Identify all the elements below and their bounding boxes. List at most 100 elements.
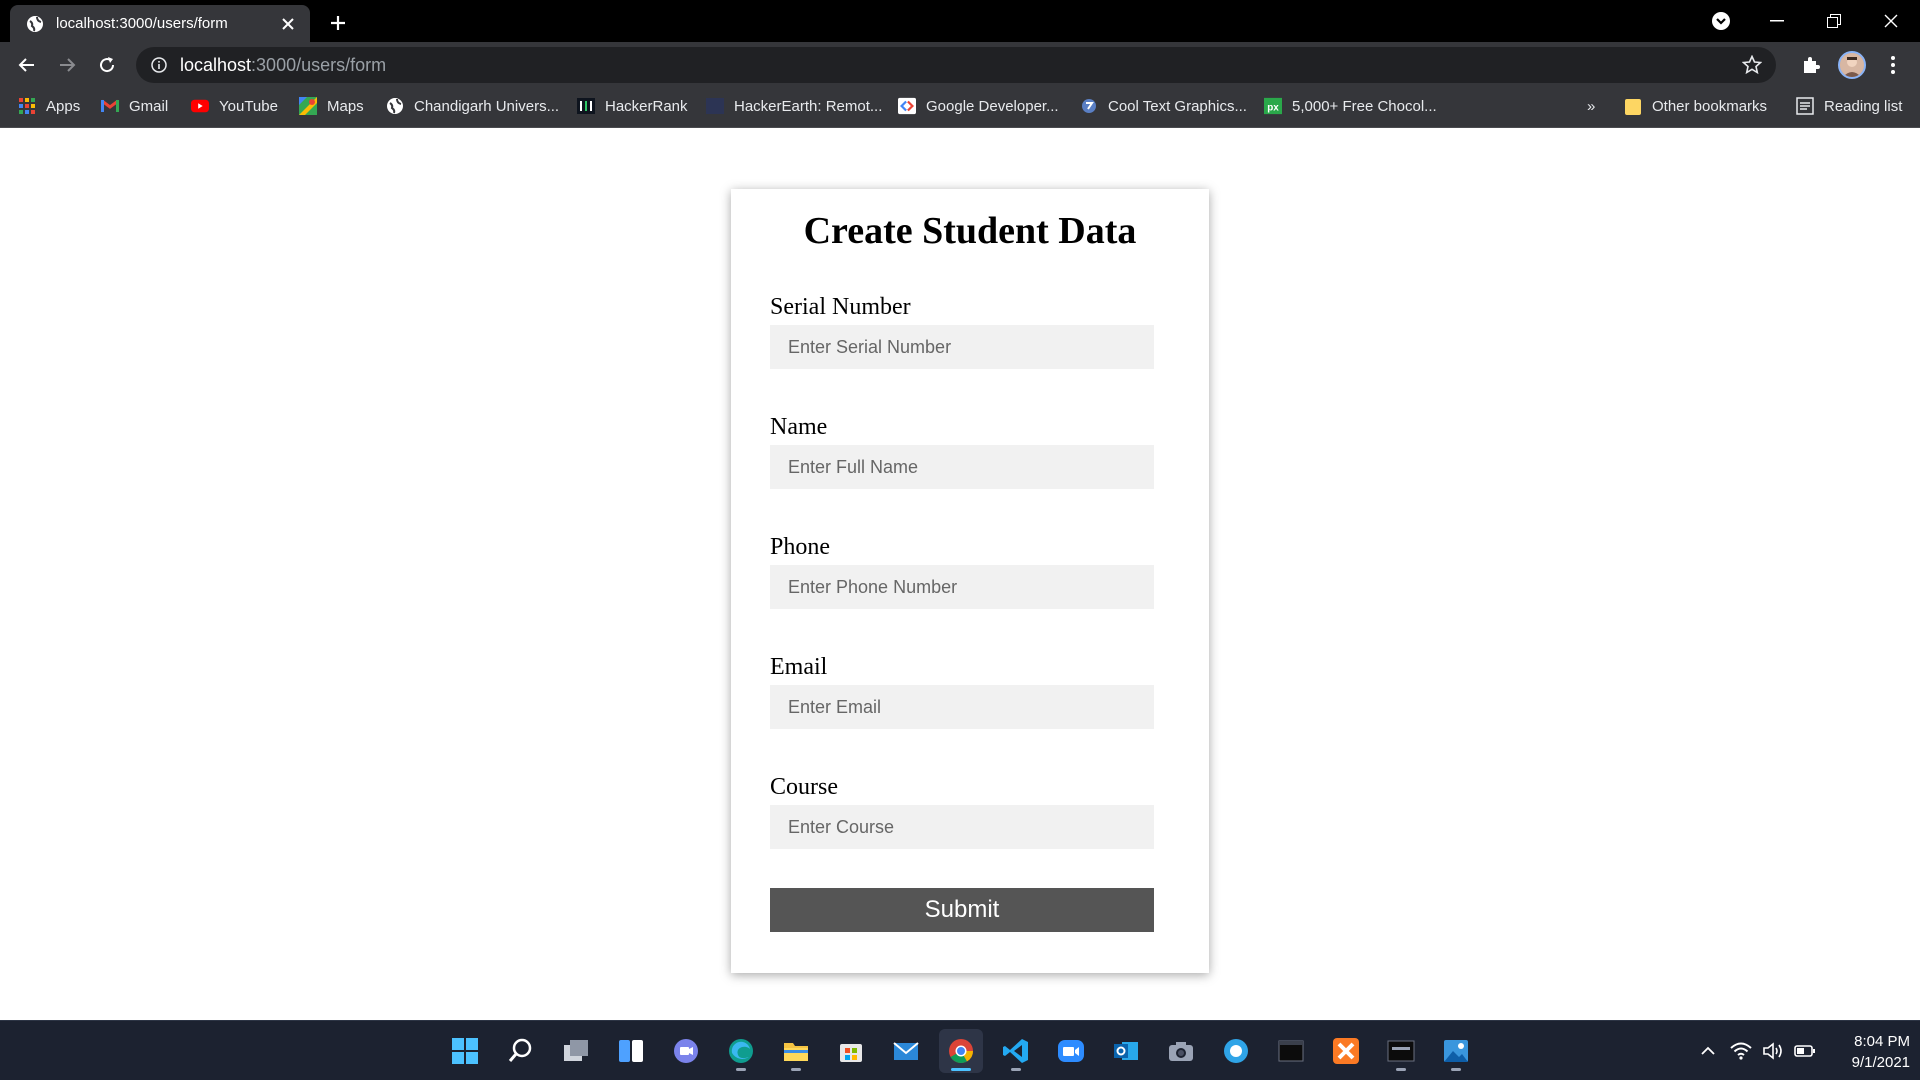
serial-number-label: Serial Number — [770, 294, 911, 320]
bookmark-chandigarh[interactable]: Chandigarh Univers... — [386, 88, 559, 124]
hackerearth-icon — [706, 97, 724, 115]
bookmarks-overflow-button[interactable]: » — [1587, 88, 1595, 124]
submit-button[interactable]: Submit — [770, 888, 1154, 932]
teams-chat-icon[interactable] — [664, 1029, 708, 1073]
youtube-icon — [191, 97, 209, 115]
running-indicator — [1011, 1068, 1021, 1071]
tab-search-icon[interactable] — [1710, 10, 1732, 32]
bookmark-hackerrank[interactable]: HackerRank — [577, 88, 688, 124]
reading-list[interactable]: Reading list — [1796, 88, 1902, 124]
bookmark-apps[interactable]: Apps — [18, 88, 80, 124]
form-title: Create Student Data — [803, 210, 1137, 252]
url-host: localhost — [180, 54, 252, 75]
tray-chevron-up-icon[interactable] — [1696, 1021, 1720, 1081]
chrome-icon[interactable] — [939, 1029, 983, 1073]
start-icon[interactable] — [443, 1029, 487, 1073]
outlook-icon[interactable] — [1104, 1029, 1148, 1073]
minimize-icon[interactable] — [1748, 0, 1806, 42]
extensions-icon[interactable] — [1797, 51, 1825, 79]
bookmark-maps[interactable]: Maps — [299, 88, 364, 124]
bookmark-star-icon[interactable] — [1741, 54, 1763, 75]
address-bar[interactable]: localhost:3000/users/form — [136, 47, 1776, 83]
bookmark-label: HackerEarth: Remot... — [734, 97, 883, 115]
new-tab-icon[interactable] — [324, 9, 352, 37]
serial-number-input[interactable] — [770, 325, 1154, 369]
clock-date: 9/1/2021 — [1851, 1054, 1910, 1071]
name-label: Name — [770, 414, 828, 440]
bookmark-label: Cool Text Graphics... — [1108, 97, 1247, 115]
bookmarks-bar: Apps Gmail YouTube Maps Chandigarh Unive… — [0, 88, 1920, 128]
bookmark-label: YouTube — [219, 97, 278, 115]
zoom-icon[interactable] — [1049, 1029, 1093, 1073]
bookmark-youtube[interactable]: YouTube — [191, 88, 278, 124]
reload-icon[interactable] — [91, 49, 123, 81]
video-call-icon[interactable] — [1214, 1029, 1258, 1073]
browser-tab[interactable]: localhost:3000/users/form — [10, 5, 310, 42]
student-form-card: Create Student Data Serial Number Name P… — [731, 189, 1209, 973]
tab-title: localhost:3000/users/form — [56, 15, 228, 32]
search-icon[interactable] — [499, 1029, 543, 1073]
terminal-icon[interactable] — [1269, 1029, 1313, 1073]
bookmark-label: Apps — [46, 97, 81, 115]
bookmark-label: 5,000+ Free Chocol... — [1292, 97, 1437, 115]
bookmark-label: HackerRank — [605, 97, 688, 115]
photos-icon[interactable] — [1434, 1029, 1478, 1073]
globe-icon — [386, 97, 404, 115]
windows-taskbar: 8:04 PM 9/1/2021 — [0, 1020, 1920, 1080]
camera-icon[interactable] — [1159, 1029, 1203, 1073]
browser-tabstrip: localhost:3000/users/form — [0, 0, 1920, 42]
phone-label: Phone — [770, 534, 830, 560]
microsoft-store-icon[interactable] — [829, 1029, 873, 1073]
task-view-icon[interactable] — [554, 1029, 598, 1073]
browser-toolbar: localhost:3000/users/form — [0, 42, 1920, 88]
svg-text:px: px — [1267, 103, 1279, 114]
volume-icon[interactable] — [1760, 1021, 1786, 1081]
menu-kebab-icon[interactable] — [1879, 51, 1907, 79]
mail-icon[interactable] — [884, 1029, 928, 1073]
email-label: Email — [770, 654, 828, 680]
clock-time: 8:04 PM — [1854, 1033, 1910, 1050]
bookmark-gmail[interactable]: Gmail — [101, 88, 168, 124]
widgets-icon[interactable] — [609, 1029, 653, 1073]
back-icon[interactable] — [11, 49, 43, 81]
overflow-chevron: » — [1587, 97, 1596, 115]
maps-icon — [299, 97, 317, 115]
profile-avatar[interactable] — [1838, 51, 1866, 79]
site-info-icon[interactable] — [150, 56, 168, 74]
edge-icon[interactable] — [719, 1029, 763, 1073]
other-bookmarks[interactable]: Other bookmarks — [1624, 88, 1767, 124]
close-window-icon[interactable] — [1862, 0, 1920, 42]
running-indicator — [791, 1068, 801, 1071]
gmail-icon — [101, 97, 119, 115]
cooltext-icon — [1080, 97, 1098, 115]
file-explorer-icon[interactable] — [774, 1029, 818, 1073]
email-input[interactable] — [770, 685, 1154, 729]
forward-icon[interactable] — [51, 49, 83, 81]
name-input[interactable] — [770, 445, 1154, 489]
other-bookmarks-label: Other bookmarks — [1652, 97, 1768, 115]
system-clock[interactable]: 8:04 PM 9/1/2021 — [1826, 1031, 1910, 1073]
battery-icon[interactable] — [1792, 1021, 1818, 1081]
wifi-icon[interactable] — [1728, 1021, 1754, 1081]
vscode-icon[interactable] — [994, 1029, 1038, 1073]
folder-icon — [1624, 97, 1642, 115]
xampp-icon[interactable] — [1324, 1029, 1368, 1073]
running-indicator — [951, 1068, 971, 1071]
bookmark-free-chocolate[interactable]: px 5,000+ Free Chocol... — [1264, 88, 1437, 124]
restore-icon[interactable] — [1805, 0, 1863, 42]
bookmark-label: Google Developer... — [926, 97, 1059, 115]
mysql-shell-icon[interactable] — [1379, 1029, 1423, 1073]
close-tab-icon[interactable] — [278, 14, 298, 34]
bookmark-cooltext[interactable]: Cool Text Graphics... — [1080, 88, 1247, 124]
running-indicator — [1451, 1068, 1461, 1071]
apps-grid-icon — [18, 97, 36, 115]
phone-input[interactable] — [770, 565, 1154, 609]
bookmark-hackerearth[interactable]: HackerEarth: Remot... — [706, 88, 882, 124]
google-developers-icon — [898, 97, 916, 115]
bookmark-google-developers[interactable]: Google Developer... — [898, 88, 1059, 124]
bookmark-label: Maps — [327, 97, 364, 115]
course-input[interactable] — [770, 805, 1154, 849]
course-label: Course — [770, 774, 838, 800]
bookmark-label: Gmail — [129, 97, 169, 115]
url-path: :3000/users/form — [251, 54, 387, 75]
